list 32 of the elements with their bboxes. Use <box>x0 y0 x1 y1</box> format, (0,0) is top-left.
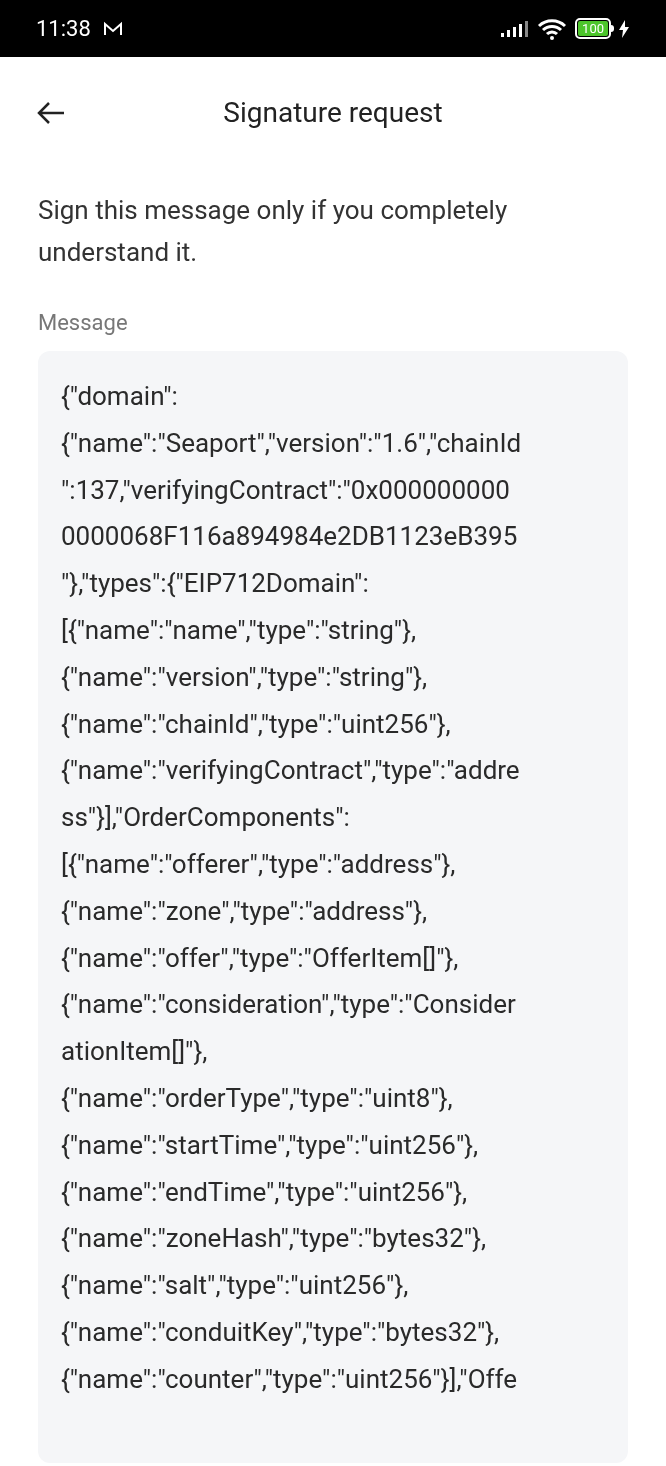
message-line: {"name":"conduitKey","type":"bytes32"}, <box>61 1315 501 1349</box>
message-line: {"name":"orderType","type":"uint8"}, <box>61 1081 454 1115</box>
message-line: {"name":"verifyingContract","type":"addre <box>61 754 521 788</box>
message-line: [{"name":"name","type":"string"}, <box>61 614 418 647</box>
message-line: {"name":"Seaport","version":"1.6","chainId <box>61 426 523 460</box>
wifi-icon <box>537 17 568 40</box>
message-line: {"name":"counter","type":"uint256"}],"Offe <box>61 1362 519 1396</box>
notice-text: Sign this message only if you completely understand it. <box>37 194 509 269</box>
charging-icon <box>618 19 630 38</box>
status-time: 11:38 <box>36 15 91 43</box>
message-line: {"name":"chainId","type":"uint256"}, <box>61 707 452 741</box>
battery-icon: 100 <box>575 18 614 39</box>
message-line: {"domain": <box>61 380 179 413</box>
message-line: {"name":"zoneHash","type":"bytes32"}, <box>61 1222 488 1256</box>
mail-icon <box>102 20 123 37</box>
message-line: [{"name":"offerer","type":"address"}, <box>61 847 457 881</box>
message-line: {"name":"zone","type":"address"}, <box>61 894 429 928</box>
page-title: Signature request <box>222 95 444 131</box>
message-line: ationItem[]"}, <box>61 1035 209 1069</box>
message-line: {"name":"consideration","type":"Consider <box>61 988 517 1022</box>
signal-icon <box>501 20 530 37</box>
message-label: Message <box>37 309 129 337</box>
message-line: {"name":"startTime","type":"uint256"}, <box>61 1128 480 1162</box>
message-line: {"name":"version","type":"string"}, <box>61 660 429 694</box>
message-line: 0000068F116a894984e2DB1123eB395 <box>61 520 519 554</box>
message-line: ss"}],"OrderComponents": <box>61 801 351 835</box>
message-line: {"name":"offer","type":"OfferItem[]"}, <box>61 941 460 975</box>
message-line: {"name":"endTime","type":"uint256"}, <box>61 1175 469 1209</box>
message-line: "},"types":{"EIP712Domain": <box>61 567 370 601</box>
back-arrow-icon[interactable] <box>36 101 66 125</box>
message-line: {"name":"salt","type":"uint256"}, <box>61 1269 410 1303</box>
message-line: ":137,"verifyingContract":"0x000000000 <box>61 473 511 507</box>
